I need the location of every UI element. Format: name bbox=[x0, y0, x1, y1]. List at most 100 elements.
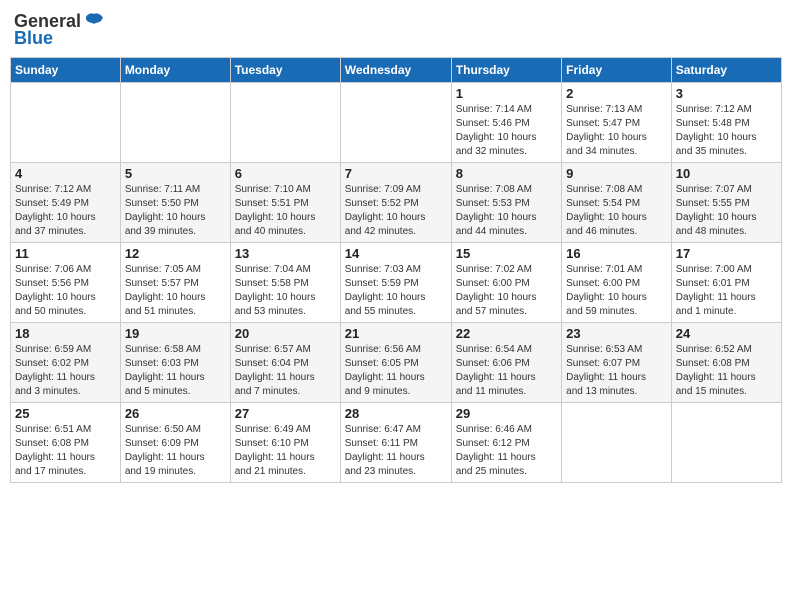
day-cell: 21 Sunrise: 6:56 AM Sunset: 6:05 PM Dayli… bbox=[340, 323, 451, 403]
day-number: 23 bbox=[566, 326, 667, 341]
day-info: Sunrise: 7:12 AM Sunset: 5:49 PM Dayligh… bbox=[15, 183, 116, 239]
day-info: Sunrise: 7:11 AM Sunset: 5:50 PM Dayligh… bbox=[125, 183, 226, 239]
day-cell bbox=[230, 83, 340, 163]
day-number: 12 bbox=[125, 246, 226, 261]
day-cell: 25 Sunrise: 6:51 AM Sunset: 6:08 PM Dayli… bbox=[11, 403, 121, 483]
day-number: 24 bbox=[676, 326, 777, 341]
day-cell: 15 Sunrise: 7:02 AM Sunset: 6:00 PM Dayli… bbox=[451, 243, 561, 323]
day-number: 27 bbox=[235, 406, 336, 421]
day-cell: 7Sunrise: 7:09 AM Sunset: 5:52 PM Daylig… bbox=[340, 163, 451, 243]
day-cell: 3Sunrise: 7:12 AM Sunset: 5:48 PM Daylig… bbox=[671, 83, 781, 163]
day-cell: 16 Sunrise: 7:01 AM Sunset: 6:00 PM Dayli… bbox=[562, 243, 672, 323]
day-info: Sunrise: 6:53 AM Sunset: 6:07 PM Dayligh… bbox=[566, 343, 667, 399]
day-cell: 28Sunrise: 6:47 AM Sunset: 6:11 PM Dayli… bbox=[340, 403, 451, 483]
day-info: Sunrise: 6:51 AM Sunset: 6:08 PM Dayligh… bbox=[15, 423, 116, 479]
day-number: 13 bbox=[235, 246, 336, 261]
day-number: 19 bbox=[125, 326, 226, 341]
day-cell: 18 Sunrise: 6:59 AM Sunset: 6:02 PM Dayli… bbox=[11, 323, 121, 403]
day-info: Sunrise: 6:50 AM Sunset: 6:09 PM Dayligh… bbox=[125, 423, 226, 479]
day-info: Sunrise: 6:52 AM Sunset: 6:08 PM Dayligh… bbox=[676, 343, 777, 399]
col-header-friday: Friday bbox=[562, 58, 672, 83]
day-cell bbox=[562, 403, 672, 483]
day-info: Sunrise: 7:03 AM Sunset: 5:59 PM Dayligh… bbox=[345, 263, 447, 319]
day-cell: 23 Sunrise: 6:53 AM Sunset: 6:07 PM Dayli… bbox=[562, 323, 672, 403]
col-header-thursday: Thursday bbox=[451, 58, 561, 83]
day-cell bbox=[671, 403, 781, 483]
day-number: 22 bbox=[456, 326, 557, 341]
calendar-table: SundayMondayTuesdayWednesdayThursdayFrid… bbox=[10, 57, 782, 483]
day-cell: 19 Sunrise: 6:58 AM Sunset: 6:03 PM Dayli… bbox=[120, 323, 230, 403]
day-number: 9 bbox=[566, 166, 667, 181]
day-cell: 2 Sunrise: 7:13 AM Sunset: 5:47 PM Daylig… bbox=[562, 83, 672, 163]
day-cell: 9 Sunrise: 7:08 AM Sunset: 5:54 PM Daylig… bbox=[562, 163, 672, 243]
week-row: 25 Sunrise: 6:51 AM Sunset: 6:08 PM Dayli… bbox=[11, 403, 782, 483]
day-info: Sunrise: 7:10 AM Sunset: 5:51 PM Dayligh… bbox=[235, 183, 336, 239]
day-cell: 11 Sunrise: 7:06 AM Sunset: 5:56 PM Dayli… bbox=[11, 243, 121, 323]
day-number: 17 bbox=[676, 246, 777, 261]
logo-blue: Blue bbox=[14, 28, 53, 49]
day-cell: 10Sunrise: 7:07 AM Sunset: 5:55 PM Dayli… bbox=[671, 163, 781, 243]
day-cell: 5 Sunrise: 7:11 AM Sunset: 5:50 PM Daylig… bbox=[120, 163, 230, 243]
day-info: Sunrise: 7:04 AM Sunset: 5:58 PM Dayligh… bbox=[235, 263, 336, 319]
day-number: 6 bbox=[235, 166, 336, 181]
day-info: Sunrise: 6:49 AM Sunset: 6:10 PM Dayligh… bbox=[235, 423, 336, 479]
day-cell: 1Sunrise: 7:14 AM Sunset: 5:46 PM Daylig… bbox=[451, 83, 561, 163]
day-info: Sunrise: 7:06 AM Sunset: 5:56 PM Dayligh… bbox=[15, 263, 116, 319]
day-number: 3 bbox=[676, 86, 777, 101]
day-number: 10 bbox=[676, 166, 777, 181]
header: General Blue bbox=[10, 10, 782, 49]
day-info: Sunrise: 7:01 AM Sunset: 6:00 PM Dayligh… bbox=[566, 263, 667, 319]
week-row: 11 Sunrise: 7:06 AM Sunset: 5:56 PM Dayli… bbox=[11, 243, 782, 323]
day-number: 20 bbox=[235, 326, 336, 341]
day-number: 5 bbox=[125, 166, 226, 181]
day-info: Sunrise: 7:02 AM Sunset: 6:00 PM Dayligh… bbox=[456, 263, 557, 319]
day-info: Sunrise: 7:00 AM Sunset: 6:01 PM Dayligh… bbox=[676, 263, 777, 319]
day-cell: 20 Sunrise: 6:57 AM Sunset: 6:04 PM Dayli… bbox=[230, 323, 340, 403]
day-cell: 8 Sunrise: 7:08 AM Sunset: 5:53 PM Daylig… bbox=[451, 163, 561, 243]
day-cell: 27 Sunrise: 6:49 AM Sunset: 6:10 PM Dayli… bbox=[230, 403, 340, 483]
day-info: Sunrise: 7:09 AM Sunset: 5:52 PM Dayligh… bbox=[345, 183, 447, 239]
day-cell: 22 Sunrise: 6:54 AM Sunset: 6:06 PM Dayli… bbox=[451, 323, 561, 403]
day-info: Sunrise: 6:58 AM Sunset: 6:03 PM Dayligh… bbox=[125, 343, 226, 399]
day-info: Sunrise: 6:54 AM Sunset: 6:06 PM Dayligh… bbox=[456, 343, 557, 399]
day-info: Sunrise: 6:46 AM Sunset: 6:12 PM Dayligh… bbox=[456, 423, 557, 479]
day-number: 21 bbox=[345, 326, 447, 341]
day-cell: 14 Sunrise: 7:03 AM Sunset: 5:59 PM Dayli… bbox=[340, 243, 451, 323]
day-cell: 17 Sunrise: 7:00 AM Sunset: 6:01 PM Dayli… bbox=[671, 243, 781, 323]
day-info: Sunrise: 7:05 AM Sunset: 5:57 PM Dayligh… bbox=[125, 263, 226, 319]
day-number: 4 bbox=[15, 166, 116, 181]
week-row: 18 Sunrise: 6:59 AM Sunset: 6:02 PM Dayli… bbox=[11, 323, 782, 403]
day-cell bbox=[340, 83, 451, 163]
day-number: 14 bbox=[345, 246, 447, 261]
day-number: 8 bbox=[456, 166, 557, 181]
day-info: Sunrise: 7:08 AM Sunset: 5:54 PM Dayligh… bbox=[566, 183, 667, 239]
day-number: 1 bbox=[456, 86, 557, 101]
day-cell: 4 Sunrise: 7:12 AM Sunset: 5:49 PM Daylig… bbox=[11, 163, 121, 243]
day-cell: 29 Sunrise: 6:46 AM Sunset: 6:12 PM Dayli… bbox=[451, 403, 561, 483]
day-cell: 26 Sunrise: 6:50 AM Sunset: 6:09 PM Dayli… bbox=[120, 403, 230, 483]
day-info: Sunrise: 6:56 AM Sunset: 6:05 PM Dayligh… bbox=[345, 343, 447, 399]
day-number: 15 bbox=[456, 246, 557, 261]
day-cell: 6 Sunrise: 7:10 AM Sunset: 5:51 PM Daylig… bbox=[230, 163, 340, 243]
day-cell bbox=[11, 83, 121, 163]
logo-bird-icon bbox=[83, 10, 105, 32]
col-header-tuesday: Tuesday bbox=[230, 58, 340, 83]
day-info: Sunrise: 7:13 AM Sunset: 5:47 PM Dayligh… bbox=[566, 103, 667, 159]
week-row: 4 Sunrise: 7:12 AM Sunset: 5:49 PM Daylig… bbox=[11, 163, 782, 243]
day-info: Sunrise: 6:59 AM Sunset: 6:02 PM Dayligh… bbox=[15, 343, 116, 399]
day-info: Sunrise: 7:08 AM Sunset: 5:53 PM Dayligh… bbox=[456, 183, 557, 239]
day-number: 25 bbox=[15, 406, 116, 421]
day-cell bbox=[120, 83, 230, 163]
col-header-wednesday: Wednesday bbox=[340, 58, 451, 83]
header-row: SundayMondayTuesdayWednesdayThursdayFrid… bbox=[11, 58, 782, 83]
day-number: 2 bbox=[566, 86, 667, 101]
day-info: Sunrise: 6:57 AM Sunset: 6:04 PM Dayligh… bbox=[235, 343, 336, 399]
day-number: 16 bbox=[566, 246, 667, 261]
day-cell: 12 Sunrise: 7:05 AM Sunset: 5:57 PM Dayli… bbox=[120, 243, 230, 323]
day-number: 29 bbox=[456, 406, 557, 421]
day-number: 18 bbox=[15, 326, 116, 341]
col-header-sunday: Sunday bbox=[11, 58, 121, 83]
logo: General Blue bbox=[14, 10, 105, 49]
day-number: 11 bbox=[15, 246, 116, 261]
day-number: 26 bbox=[125, 406, 226, 421]
